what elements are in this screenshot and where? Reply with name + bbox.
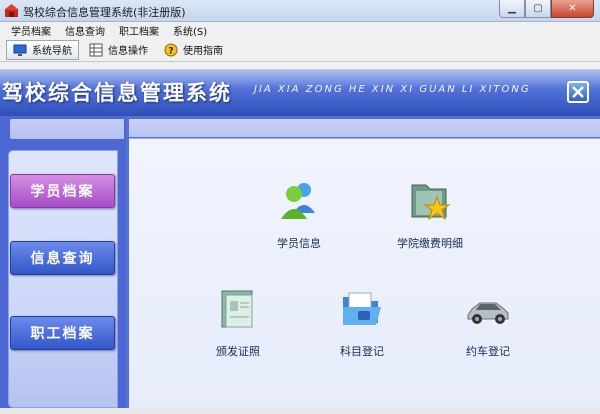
sidebar-header: [10, 119, 124, 139]
menu-system[interactable]: 系统(S): [166, 22, 214, 38]
system-nav-button[interactable]: 系统导航: [6, 39, 79, 60]
close-icon: [572, 86, 584, 98]
maximize-button[interactable]: ▢: [525, 0, 551, 18]
menu-staff-records[interactable]: 职工档案: [112, 22, 166, 38]
menu-bar: 学员档案 信息查询 职工档案 系统(S): [0, 22, 600, 38]
close-button[interactable]: ✕: [551, 0, 594, 18]
student-info-label: 学员信息: [277, 237, 321, 250]
folder-open-icon: [343, 292, 381, 325]
menu-info-query[interactable]: 信息查询: [58, 22, 112, 38]
student-info-item[interactable]: 学员信息: [254, 179, 344, 251]
minimize-button[interactable]: ▁: [499, 0, 525, 18]
minimize-icon: ▁: [508, 3, 516, 14]
status-strip: [0, 408, 600, 414]
car-booking-item[interactable]: 约车登记: [443, 287, 533, 359]
sidebar-button-student-records[interactable]: 学员档案: [10, 174, 115, 208]
info-ops-label: 信息操作: [108, 46, 148, 57]
title-bar: 驾校综合信息管理系统(非注册版) ▁ ▢ ✕: [0, 0, 600, 22]
toolbar: 系统导航 信息操作 ? 使用指南: [0, 38, 600, 62]
tuition-details-item[interactable]: 学院缴费明细: [385, 179, 475, 251]
close-icon: ✕: [568, 3, 577, 14]
maximize-icon: ▢: [533, 3, 543, 14]
banner-subtitle: JIA XIA ZONG HE XIN XI GUAN LI XITONG: [254, 84, 531, 95]
star-folder-icon: [411, 184, 451, 221]
monitor-icon: [13, 44, 27, 56]
menu-student-records[interactable]: 学员档案: [4, 22, 58, 38]
subject-registration-label: 科目登记: [340, 345, 384, 358]
window-title: 驾校综合信息管理系统(非注册版): [23, 6, 186, 19]
users-icon: [281, 183, 315, 219]
main-header: [129, 119, 600, 137]
issue-license-label: 颁发证照: [216, 345, 260, 358]
sidebar: 学员档案 信息查询 职工档案: [0, 116, 126, 414]
tuition-details-label: 学院缴费明细: [397, 237, 463, 250]
user-guide-label: 使用指南: [183, 46, 223, 57]
toolbar-strip: [0, 62, 600, 70]
sidebar-button-info-query[interactable]: 信息查询: [10, 241, 115, 275]
content-area: 学员信息 学院缴费明细 颁发证照 科目登记 约车登记: [129, 138, 600, 410]
issue-license-item[interactable]: 颁发证照: [193, 287, 283, 359]
car-booking-label: 约车登记: [466, 345, 510, 358]
system-nav-label: 系统导航: [32, 46, 72, 57]
banner-title: 驾校综合信息管理系统: [2, 81, 232, 105]
car-icon: [467, 302, 509, 324]
svg-text:?: ?: [168, 46, 173, 56]
app-icon: [4, 4, 19, 17]
banner: 驾校综合信息管理系统 JIA XIA ZONG HE XIN XI GUAN L…: [0, 70, 600, 116]
certificate-icon: [221, 290, 253, 328]
sidebar-button-staff-records[interactable]: 职工档案: [10, 316, 115, 350]
banner-close-button[interactable]: [567, 81, 589, 103]
user-guide-button[interactable]: ? 使用指南: [158, 40, 229, 60]
subject-registration-item[interactable]: 科目登记: [317, 287, 407, 359]
info-ops-button[interactable]: 信息操作: [83, 40, 154, 60]
help-icon: ?: [164, 43, 178, 56]
main-panel: 学员信息 学院缴费明细 颁发证照 科目登记 约车登记: [126, 116, 600, 414]
grid-icon: [89, 43, 103, 56]
